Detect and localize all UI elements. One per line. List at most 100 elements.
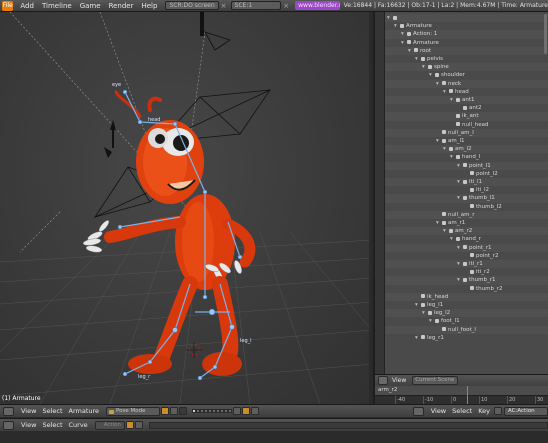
outliner-row[interactable]: ▾ point_r1 <box>385 244 548 252</box>
menu-armature[interactable]: Armature <box>66 407 103 415</box>
outliner-row[interactable]: ant2 <box>385 104 548 112</box>
mode-select[interactable]: Pose Mode <box>106 406 161 416</box>
outliner-row[interactable]: ▾ leg_l2 <box>385 309 548 317</box>
outliner-row[interactable]: null_am_l <box>385 129 548 137</box>
close-scene-icon[interactable]: × <box>283 2 289 10</box>
bone-icon <box>470 269 474 274</box>
action-channel[interactable]: arm_r2 <box>375 386 548 395</box>
outliner-item-label: leg_r1 <box>427 334 444 341</box>
outliner-gutter <box>375 12 385 374</box>
editor-type-icon[interactable] <box>378 376 388 385</box>
outliner-row[interactable]: ▾ Action: 1 <box>385 30 548 38</box>
render-icon[interactable] <box>242 407 251 415</box>
pivot-icon[interactable] <box>170 407 179 415</box>
outliner-row[interactable]: ▾ foot_l1 <box>385 317 548 325</box>
outliner-scene-select[interactable]: Current Scene <box>412 376 459 385</box>
outliner-row[interactable]: ▾ point_l1 <box>385 162 548 170</box>
menu-help[interactable]: Help <box>137 2 161 10</box>
outliner-row[interactable]: ▾ iti_l1 <box>385 178 548 186</box>
outliner-row[interactable]: null_am_r <box>385 211 548 219</box>
outliner-row[interactable]: ▾ leg_l1 <box>385 301 548 309</box>
outliner-row[interactable]: ▾ head <box>385 88 548 96</box>
key-icon[interactable] <box>134 421 143 429</box>
outliner-item-label: Armature <box>406 23 432 30</box>
menu-view[interactable]: View <box>18 421 39 429</box>
outliner-row[interactable]: ▾ Armature <box>385 39 548 47</box>
scene-selector[interactable]: SCE:1 <box>230 1 282 10</box>
outliner-row[interactable]: thumb_r2 <box>385 285 548 293</box>
menu-select[interactable]: Select <box>39 421 65 429</box>
ipo-type-select[interactable]: Action <box>94 420 125 430</box>
outliner-row[interactable]: ▾ am_r2 <box>385 227 548 235</box>
outliner-row[interactable]: ▾ iti_r1 <box>385 260 548 268</box>
menu-select[interactable]: Select <box>39 407 65 415</box>
action-editor[interactable]: arm_r2 -40 -10 0 10 20 30 <box>373 386 548 405</box>
outliner-row[interactable]: ik_ant <box>385 112 548 120</box>
layer-button[interactable] <box>228 409 233 413</box>
outliner-row[interactable]: ▾ leg_r1 <box>385 334 548 342</box>
outliner-item-label: iti_r2 <box>476 269 490 276</box>
outliner-row[interactable]: ▾ am_l2 <box>385 145 548 153</box>
editor-type-icon[interactable] <box>3 406 14 416</box>
outliner-row[interactable]: ▾ am_l1 <box>385 137 548 145</box>
outliner-row[interactable]: ▾ hand_r <box>385 235 548 243</box>
outliner-row[interactable]: thumb_l2 <box>385 203 548 211</box>
outliner-view-menu[interactable]: View <box>392 377 406 384</box>
outliner-row[interactable]: ▾ Armature <box>385 22 548 30</box>
bone-icon <box>428 310 432 315</box>
file-menu[interactable]: File <box>2 0 14 11</box>
action-menu-key[interactable]: Key <box>475 407 493 415</box>
close-screen-icon[interactable]: × <box>221 2 227 10</box>
lock-icon[interactable] <box>125 421 134 429</box>
menu-curve[interactable]: Curve <box>66 421 91 429</box>
outliner-row[interactable]: ▾ root <box>385 47 548 55</box>
menu-game[interactable]: Game <box>76 2 105 10</box>
outliner-row[interactable]: ▾ thumb_r1 <box>385 276 548 284</box>
outliner-row[interactable]: ▾ thumb_l1 <box>385 194 548 202</box>
pin-icon[interactable] <box>494 407 502 415</box>
screen-selector[interactable]: SCR:DO screen <box>165 1 219 10</box>
action-select[interactable]: AC:Action <box>504 406 548 416</box>
timeline-strip[interactable] <box>148 421 548 429</box>
menu-timeline[interactable]: Timeline <box>38 2 76 10</box>
outliner-row[interactable]: ▾ spine <box>385 63 548 71</box>
bone-icon <box>449 228 453 233</box>
outliner-row[interactable]: ▾ hand_l <box>385 153 548 161</box>
blender-url-badge[interactable]: www.blender.org 235 <box>295 1 340 10</box>
outliner-item-label: leg_l2 <box>434 310 451 317</box>
outliner-item-label: foot_l1 <box>441 318 460 325</box>
draw-type-icon[interactable] <box>161 407 170 415</box>
3d-viewport[interactable]: head leg_l leg_r eye (1) Armature <box>0 12 373 404</box>
lock-icon[interactable] <box>233 407 242 415</box>
outliner-row[interactable]: ▾ <box>385 14 548 22</box>
outliner-row[interactable]: ▾ am_r1 <box>385 219 548 227</box>
outliner-row[interactable]: iti_l2 <box>385 186 548 194</box>
bone-icon <box>407 31 411 36</box>
camera-icon[interactable] <box>251 407 260 415</box>
menu-view[interactable]: View <box>18 407 39 415</box>
outliner-row[interactable]: point_r2 <box>385 252 548 260</box>
outliner-panel[interactable]: ▾ ▾ Armature ▾ Action: 1 ▾ Armature ▾ root ▾ pelvi… <box>373 12 548 374</box>
outliner-row[interactable]: point_l2 <box>385 170 548 178</box>
action-editor-type-icon[interactable] <box>412 406 424 416</box>
outliner-row[interactable]: ▾ pelvis <box>385 55 548 63</box>
bone-icon <box>463 163 467 168</box>
action-menu-select[interactable]: Select <box>449 407 475 415</box>
bone-icon <box>428 64 432 69</box>
outliner-row[interactable]: iti_r2 <box>385 268 548 276</box>
outliner-scrollbar[interactable] <box>544 14 547 54</box>
outliner-row[interactable]: ▾ shoulder <box>385 71 548 79</box>
outliner-row[interactable]: ik_head <box>385 293 548 301</box>
layer-buttons[interactable] <box>192 409 233 413</box>
manipulator-icon[interactable] <box>179 407 188 415</box>
current-frame-marker[interactable] <box>467 386 468 404</box>
outliner-row[interactable]: null_foot_l <box>385 326 548 334</box>
action-menu-view[interactable]: View <box>428 407 449 415</box>
menu-add[interactable]: Add <box>16 2 38 10</box>
editor-type-icon[interactable] <box>3 420 14 430</box>
frame-ruler[interactable]: -40 -10 0 10 20 30 <box>375 395 548 405</box>
outliner-row[interactable]: ▾ neck <box>385 80 548 88</box>
menu-render[interactable]: Render <box>105 2 138 10</box>
outliner-row[interactable]: ▾ ant1 <box>385 96 548 104</box>
outliner-row[interactable]: null_head <box>385 121 548 129</box>
